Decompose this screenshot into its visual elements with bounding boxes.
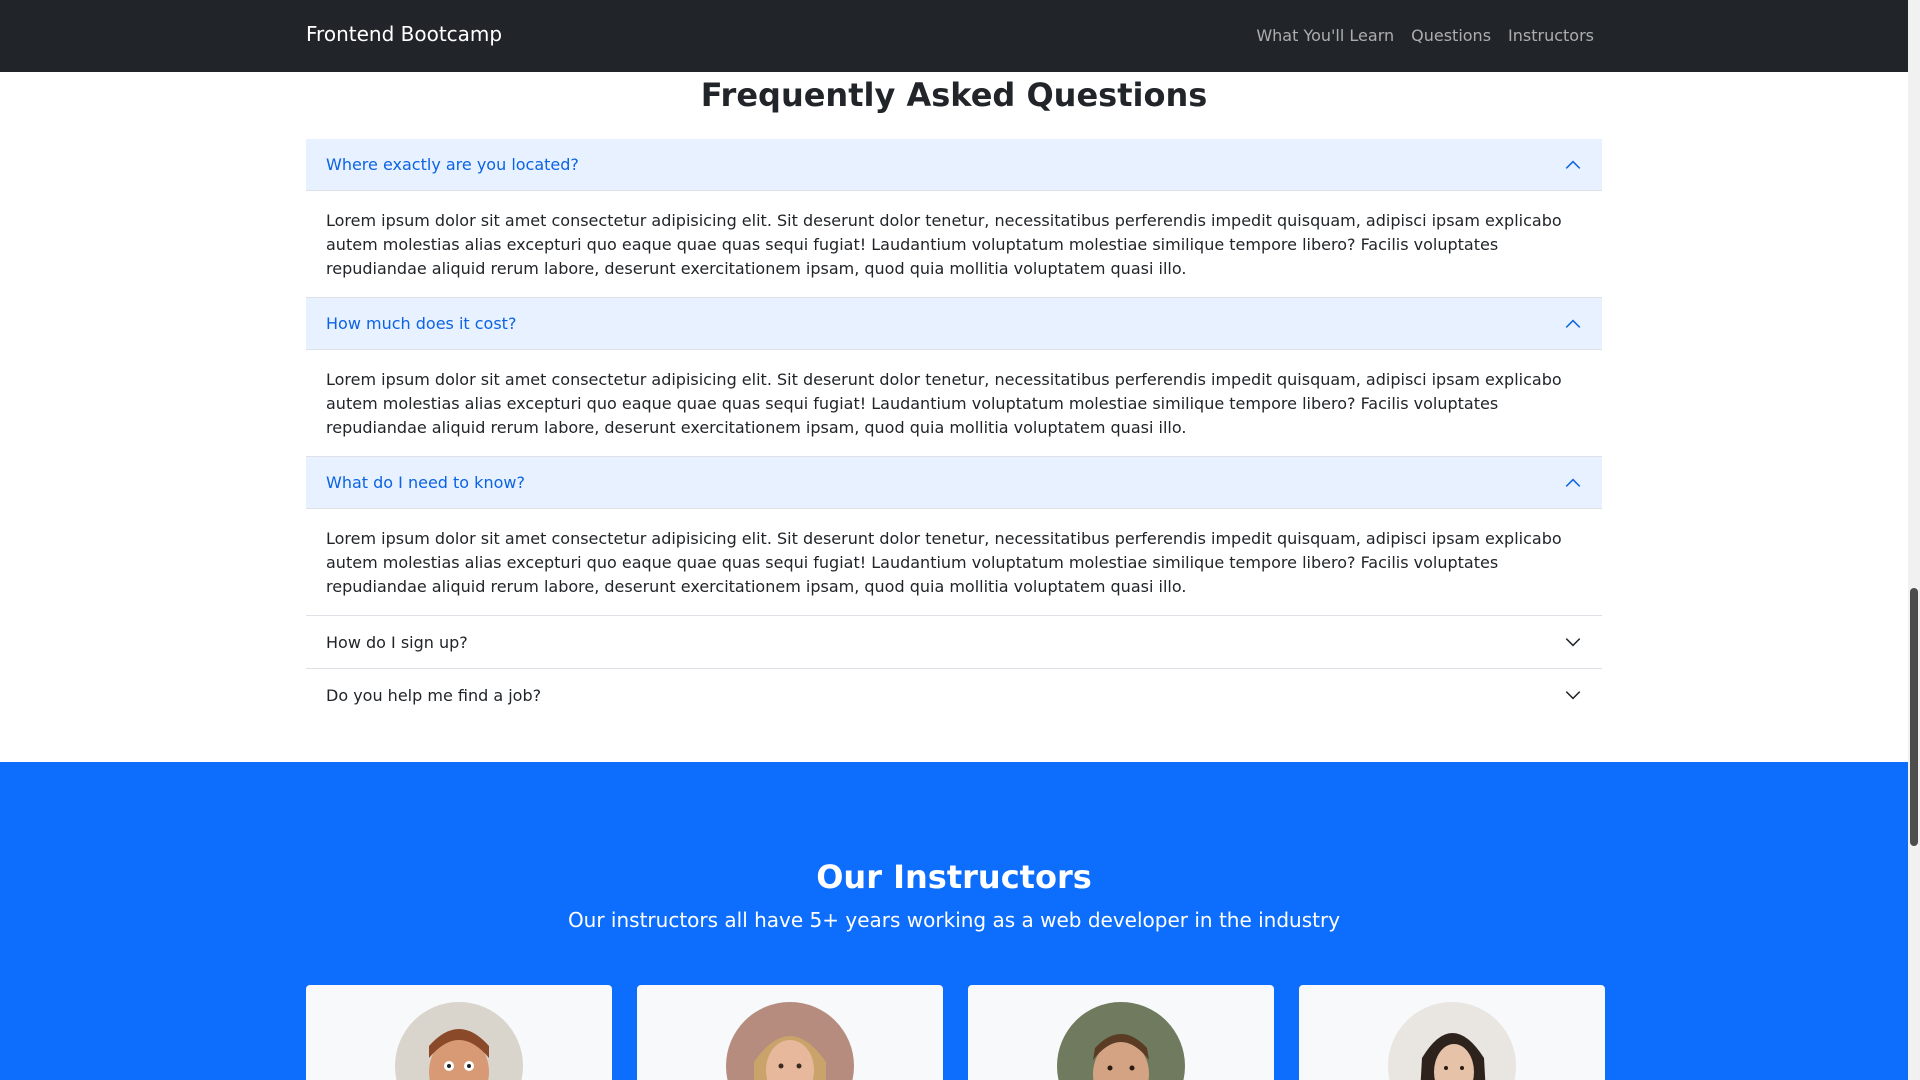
accordion-body: Lorem ipsum dolor sit amet consectetur a… [326, 529, 1562, 596]
brand-link[interactable]: Frontend Bootcamp [306, 22, 502, 46]
chevron-up-icon [1565, 478, 1581, 487]
instructors-section: Our Instructors Our instructors all have… [0, 762, 1908, 1080]
faq-accordion: Where exactly are you located? Lorem ips… [306, 139, 1602, 721]
chevron-up-icon [1565, 160, 1581, 169]
instructor-avatar-2-icon [726, 1002, 854, 1080]
instructor-card [1299, 985, 1605, 1080]
accordion-question: Do you help me find a job? [326, 685, 542, 705]
accordion-header-cost[interactable]: How much does it cost? [306, 298, 1602, 350]
page-scrollbar[interactable] [1908, 0, 1920, 1080]
instructor-avatar-4-icon [1388, 1002, 1516, 1080]
accordion-item: How do I sign up? [306, 616, 1602, 669]
avatar [726, 1002, 854, 1080]
chevron-up-icon [1565, 319, 1581, 328]
chevron-down-icon [1565, 638, 1581, 647]
instructor-avatar-3-icon [1057, 1002, 1185, 1080]
accordion-question: How do I sign up? [326, 632, 468, 652]
nav-links: What You'll Learn Questions Instructors [1256, 26, 1594, 45]
accordion-header-job[interactable]: Do you help me find a job? [306, 669, 1602, 721]
scrollbar-thumb[interactable] [1910, 588, 1918, 846]
nav-link-what-youll-learn[interactable]: What You'll Learn [1256, 26, 1394, 45]
accordion-body: Lorem ipsum dolor sit amet consectetur a… [326, 370, 1562, 437]
accordion-item: Do you help me find a job? [306, 669, 1602, 721]
accordion-header-requirements[interactable]: What do I need to know? [306, 457, 1602, 509]
accordion-item: What do I need to know? Lorem ipsum dolo… [306, 457, 1602, 616]
faq-title: Frequently Asked Questions [700, 76, 1208, 114]
instructor-card [306, 985, 612, 1080]
avatar [395, 1002, 523, 1080]
chevron-down-icon [1565, 691, 1581, 700]
navbar: Frontend Bootcamp What You'll Learn Ques… [0, 0, 1908, 72]
instructor-card [968, 985, 1274, 1080]
instructors-subtitle: Our instructors all have 5+ years workin… [567, 908, 1341, 932]
faq-section: Frequently Asked Questions Where exactly… [0, 72, 1908, 762]
accordion-question: What do I need to know? [326, 473, 525, 492]
accordion-question: Where exactly are you located? [326, 155, 579, 174]
accordion-header-signup[interactable]: How do I sign up? [306, 616, 1602, 668]
accordion-item: How much does it cost? Lorem ipsum dolor… [306, 298, 1602, 457]
accordion-body: Lorem ipsum dolor sit amet consectetur a… [326, 211, 1562, 278]
avatar [1057, 1002, 1185, 1080]
instructor-avatar-1-icon [395, 1002, 523, 1080]
nav-link-questions[interactable]: Questions [1411, 26, 1491, 45]
nav-link-instructors[interactable]: Instructors [1508, 26, 1594, 45]
avatar [1388, 1002, 1516, 1080]
accordion-question: How much does it cost? [326, 314, 517, 333]
instructor-card [637, 985, 943, 1080]
instructors-title: Our Instructors [816, 858, 1092, 896]
accordion-header-location[interactable]: Where exactly are you located? [306, 139, 1602, 191]
accordion-item: Where exactly are you located? Lorem ips… [306, 139, 1602, 298]
